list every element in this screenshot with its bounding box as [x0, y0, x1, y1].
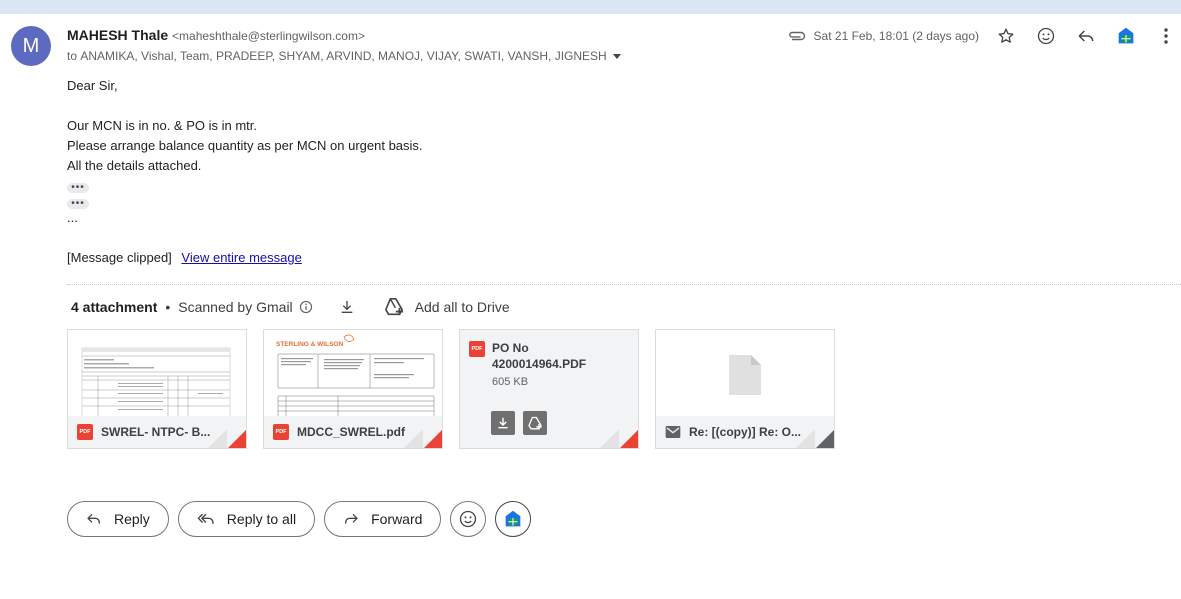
svg-text:STERLING & WILSON: STERLING & WILSON [276, 341, 343, 348]
reply-icon[interactable] [1073, 24, 1099, 48]
fold-shadow [795, 429, 815, 448]
attachment-card-1[interactable]: PDF SWREL- NTPC- B... [67, 329, 247, 449]
pdf-file-icon: PDF [273, 424, 289, 440]
sheets-addon-icon[interactable] [1113, 24, 1139, 48]
fold-shadow [207, 429, 227, 448]
greeting: Dear Sir, [67, 78, 118, 93]
sender-name[interactable]: MAHESH Thale [67, 27, 168, 43]
message-clipped-line: [Message clipped] View entire message [67, 250, 302, 265]
attachment-size: 605 KB [492, 376, 529, 388]
forward-label: Forward [371, 511, 423, 527]
corner-fold [619, 429, 638, 448]
email-file-icon [665, 426, 681, 438]
bullet-separator: • [165, 299, 171, 315]
message-date: Sat 21 Feb, 18:01 (2 days ago) [813, 29, 979, 43]
more-options-icon[interactable] [1153, 24, 1179, 48]
message-body: Dear Sir, Our MCN is in no. & PO is in m… [67, 76, 423, 228]
corner-fold [227, 429, 246, 448]
scanned-by-gmail-label: Scanned by Gmail [178, 299, 293, 315]
reply-icon [87, 513, 100, 524]
attachment-name-1: SWREL- NTPC- B... [101, 425, 211, 439]
fold-shadow [403, 429, 423, 448]
attachments-header: 4 attachment • Scanned by Gmail Add all … [71, 297, 510, 317]
info-icon[interactable] [299, 300, 313, 314]
attachment-name-2: MDCC_SWREL.pdf [297, 425, 405, 439]
sheets-addon-icon [506, 510, 521, 527]
drive-add-icon [384, 298, 403, 316]
message-clipped-label: [Message clipped] [67, 250, 172, 265]
attachment-card-4[interactable]: Re: [(copy)] Re: O... [655, 329, 835, 449]
sender-avatar[interactable]: M [11, 26, 51, 66]
pdf-file-icon: PDF [469, 341, 485, 357]
star-icon[interactable] [993, 24, 1019, 48]
forward-icon [345, 513, 358, 524]
sender-line: MAHESH Thale <maheshthale@sterlingwilson… [67, 27, 365, 43]
recipients-list: ANAMIKA, Vishal, Team, PRADEEP, SHYAM, A… [80, 49, 607, 63]
attachment-thumbnail-2: STERLING & WILSON [264, 330, 442, 419]
body-line-3: All the details attached. [67, 158, 202, 173]
emoji-reaction-button[interactable] [450, 501, 487, 537]
message-meta: Sat 21 Feb, 18:01 (2 days ago) [788, 24, 1181, 48]
corner-fold [423, 429, 442, 448]
reply-label: Reply [114, 511, 150, 527]
recipients-dropdown-icon[interactable] [612, 53, 621, 59]
reply-button[interactable]: Reply [67, 501, 169, 537]
ellipsis-text: ... [67, 210, 78, 225]
sender-email: <maheshthale@sterlingwilson.com> [172, 29, 365, 43]
reply-all-label: Reply to all [226, 511, 297, 527]
reply-all-icon [197, 513, 214, 524]
download-attachment-icon[interactable] [491, 411, 515, 435]
add-all-to-drive-button[interactable]: Add all to Drive [383, 297, 510, 317]
recipients-line[interactable]: to ANAMIKA, Vishal, Team, PRADEEP, SHYAM… [67, 49, 621, 63]
download-all-icon[interactable] [339, 299, 355, 315]
sheets-addon-button[interactable] [495, 501, 532, 537]
attachment-name-4: Re: [(copy)] Re: O... [689, 425, 802, 439]
emoji-react-icon[interactable] [1033, 24, 1059, 48]
reply-all-button[interactable]: Reply to all [177, 501, 316, 537]
attachment-clip-icon [788, 31, 806, 41]
forward-button[interactable]: Forward [324, 501, 442, 537]
generic-document-icon [729, 355, 761, 395]
emoji-icon [460, 510, 477, 528]
top-bar [0, 0, 1181, 14]
corner-fold [815, 429, 834, 448]
attachment-actions [491, 411, 555, 435]
attachment-thumbnail-1 [68, 330, 246, 419]
attachment-card-3[interactable]: PDF PO No 4200014964.PDF 605 KB [459, 329, 639, 449]
save-to-drive-icon[interactable] [523, 411, 547, 435]
attachment-name-3: PO No 4200014964.PDF [492, 341, 587, 371]
body-line-2: Please arrange balance quantity as per M… [67, 138, 423, 153]
fold-shadow [599, 429, 619, 448]
view-entire-message-link[interactable]: View entire message [181, 250, 301, 265]
body-line-1: Our MCN is in no. & PO is in mtr. [67, 118, 257, 133]
attachment-count: 4 attachment [71, 299, 158, 315]
attachments-divider [67, 284, 1181, 285]
attachment-thumbnail-4 [656, 330, 834, 416]
reply-actions: Reply Reply to all Forward [67, 501, 540, 537]
pdf-file-icon: PDF [77, 424, 93, 440]
add-all-to-drive-label: Add all to Drive [414, 299, 510, 315]
attachment-card-2[interactable]: STERLING & WILSON PDF MDCC_SWREL.pdf [263, 329, 443, 449]
to-label: to [67, 49, 78, 63]
